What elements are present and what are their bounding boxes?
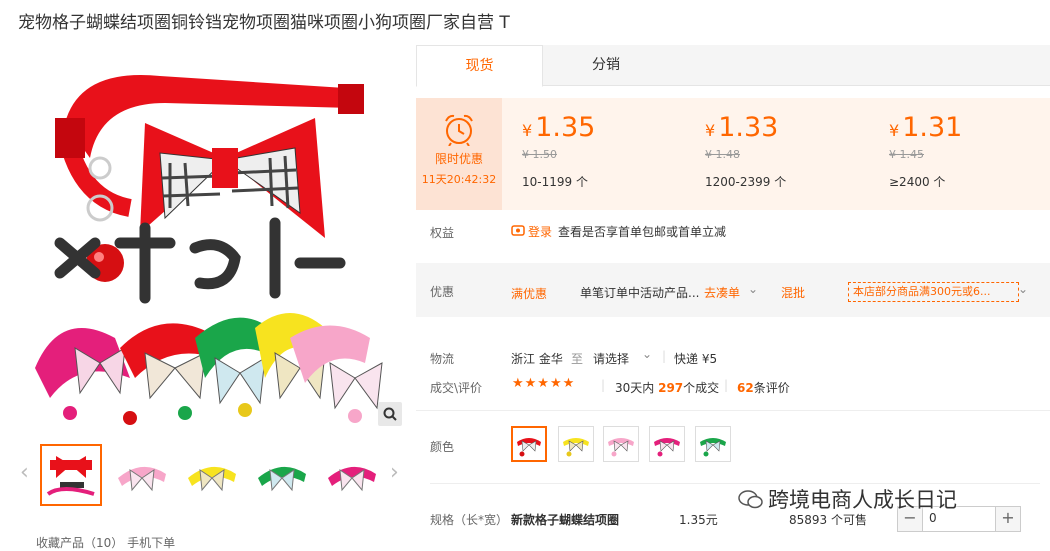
currency-symbol: ¥ (705, 121, 716, 140)
purchase-tabs: 现货 分销 (416, 45, 1050, 87)
promo-countdown: 11天20:42:32 (421, 173, 497, 186)
deal-period: 30天内 (615, 381, 655, 395)
deal-suffix: 个成交 (683, 381, 720, 395)
spec-name: 新款格子蝴蝶结项圈 (511, 513, 620, 527)
spec-price: 1.35元 (679, 513, 718, 527)
watermark-text: 跨境电商人成长日记 (768, 488, 957, 512)
price-tier-1: ¥1.35 ¥ 1.50 10-1199 个 (522, 112, 692, 190)
destination-select[interactable]: 请选择 (593, 350, 629, 367)
currency-symbol: ¥ (889, 121, 900, 140)
promo-label: 限时优惠 (434, 152, 483, 166)
magnifier-icon (383, 407, 397, 421)
watermark: 跨境电商人成长日记 (738, 484, 957, 514)
tier-original-price: ¥ 1.48 (705, 148, 740, 161)
discount-label: 优惠 (430, 285, 455, 299)
full-discount-tag: 满优惠 (511, 287, 548, 301)
review-number: 62 (737, 381, 754, 395)
deals-label: 成交\评价 (430, 381, 483, 395)
discount-desc: 单笔订单中活动产品... (580, 286, 700, 300)
thumbnail-yellow[interactable] (182, 444, 242, 504)
divider: | (662, 349, 667, 363)
spec-label: 规格（长*宽） (430, 513, 509, 527)
color-swatch-pink[interactable] (603, 426, 639, 462)
thumbnail-strip (20, 444, 405, 508)
rights-label: 权益 (430, 226, 455, 240)
price-tier-3: ¥1.31 ¥ 1.45 ≥2400 个 (889, 112, 1050, 190)
alarm-clock-icon (445, 114, 473, 146)
plus-button[interactable]: + (996, 507, 1020, 531)
chevron-down-icon[interactable]: ⌄ (642, 347, 652, 361)
store-discount-tag[interactable]: 本店部分商品满300元或6... (848, 282, 1019, 302)
tier-price: 1.35 (535, 112, 596, 143)
review-count[interactable]: 62条评价 (737, 379, 790, 396)
thumbnail-green[interactable] (252, 444, 312, 504)
main-product-image[interactable] (20, 48, 405, 428)
gather-order-link[interactable]: 去凑单 (704, 284, 740, 301)
ship-to-word: 至 (571, 352, 584, 366)
login-link[interactable]: 登录 (528, 223, 552, 240)
thumbnail-rose[interactable] (322, 444, 382, 504)
color-swatch-red[interactable] (511, 426, 547, 462)
favorite-bar[interactable]: 收藏产品（10） 手机下单 (36, 534, 175, 551)
tier-range: 1200-2399 个 (705, 175, 787, 189)
ship-from: 浙江 金华 (511, 352, 563, 366)
tier-price: 1.33 (718, 112, 779, 143)
mixed-batch-tag: 混批 (781, 286, 806, 300)
divider: | (601, 378, 606, 392)
chevron-down-icon[interactable]: ⌄ (1018, 282, 1028, 296)
tier-price: 1.31 (902, 112, 963, 143)
rights-text: 查看是否享首单包邮或首单立减 (558, 225, 727, 239)
wechat-icon (738, 490, 763, 509)
color-swatch-yellow[interactable] (558, 426, 594, 462)
price-tier-2: ¥1.33 ¥ 1.48 1200-2399 个 (705, 112, 875, 190)
thumbnail-pink[interactable] (112, 444, 172, 504)
color-swatch-rose[interactable] (649, 426, 685, 462)
color-label: 颜色 (430, 440, 455, 454)
tier-range: ≥2400 个 (889, 175, 946, 189)
express-fee: 快递 ¥5 (674, 352, 718, 366)
color-swatch-green[interactable] (695, 426, 731, 462)
price-box: 限时优惠 11天20:42:32 ¥1.35 ¥ 1.50 10-1199 个 … (416, 98, 1050, 210)
tier-original-price: ¥ 1.45 (889, 148, 924, 161)
deal-number: 297 (658, 381, 684, 395)
review-suffix: 条评价 (753, 381, 790, 395)
thumbs-next-arrow[interactable]: › (390, 460, 399, 485)
divider (416, 410, 1050, 411)
tab-spot[interactable]: 现货 (416, 45, 543, 87)
logistics-label: 物流 (430, 352, 455, 366)
deal-count: 30天内 297个成交 (615, 379, 719, 396)
limited-promo: 限时优惠 11天20:42:32 (416, 98, 502, 210)
tier-range: 10-1199 个 (522, 175, 588, 189)
rating-stars: ★★★★★ (512, 376, 576, 391)
tab-distribution[interactable]: 分销 (566, 45, 646, 85)
chevron-down-icon[interactable]: ⌄ (748, 282, 758, 296)
divider: | (724, 378, 729, 392)
zoom-button[interactable] (378, 402, 402, 426)
product-title: 宠物格子蝴蝶结项圈铜铃铛宠物项圈猫咪项圈小狗项圈厂家自营 T (18, 13, 510, 33)
currency-symbol: ¥ (522, 121, 533, 140)
thumbnail-red[interactable] (40, 444, 102, 506)
tier-original-price: ¥ 1.50 (522, 148, 557, 161)
coupon-icon (511, 225, 525, 236)
